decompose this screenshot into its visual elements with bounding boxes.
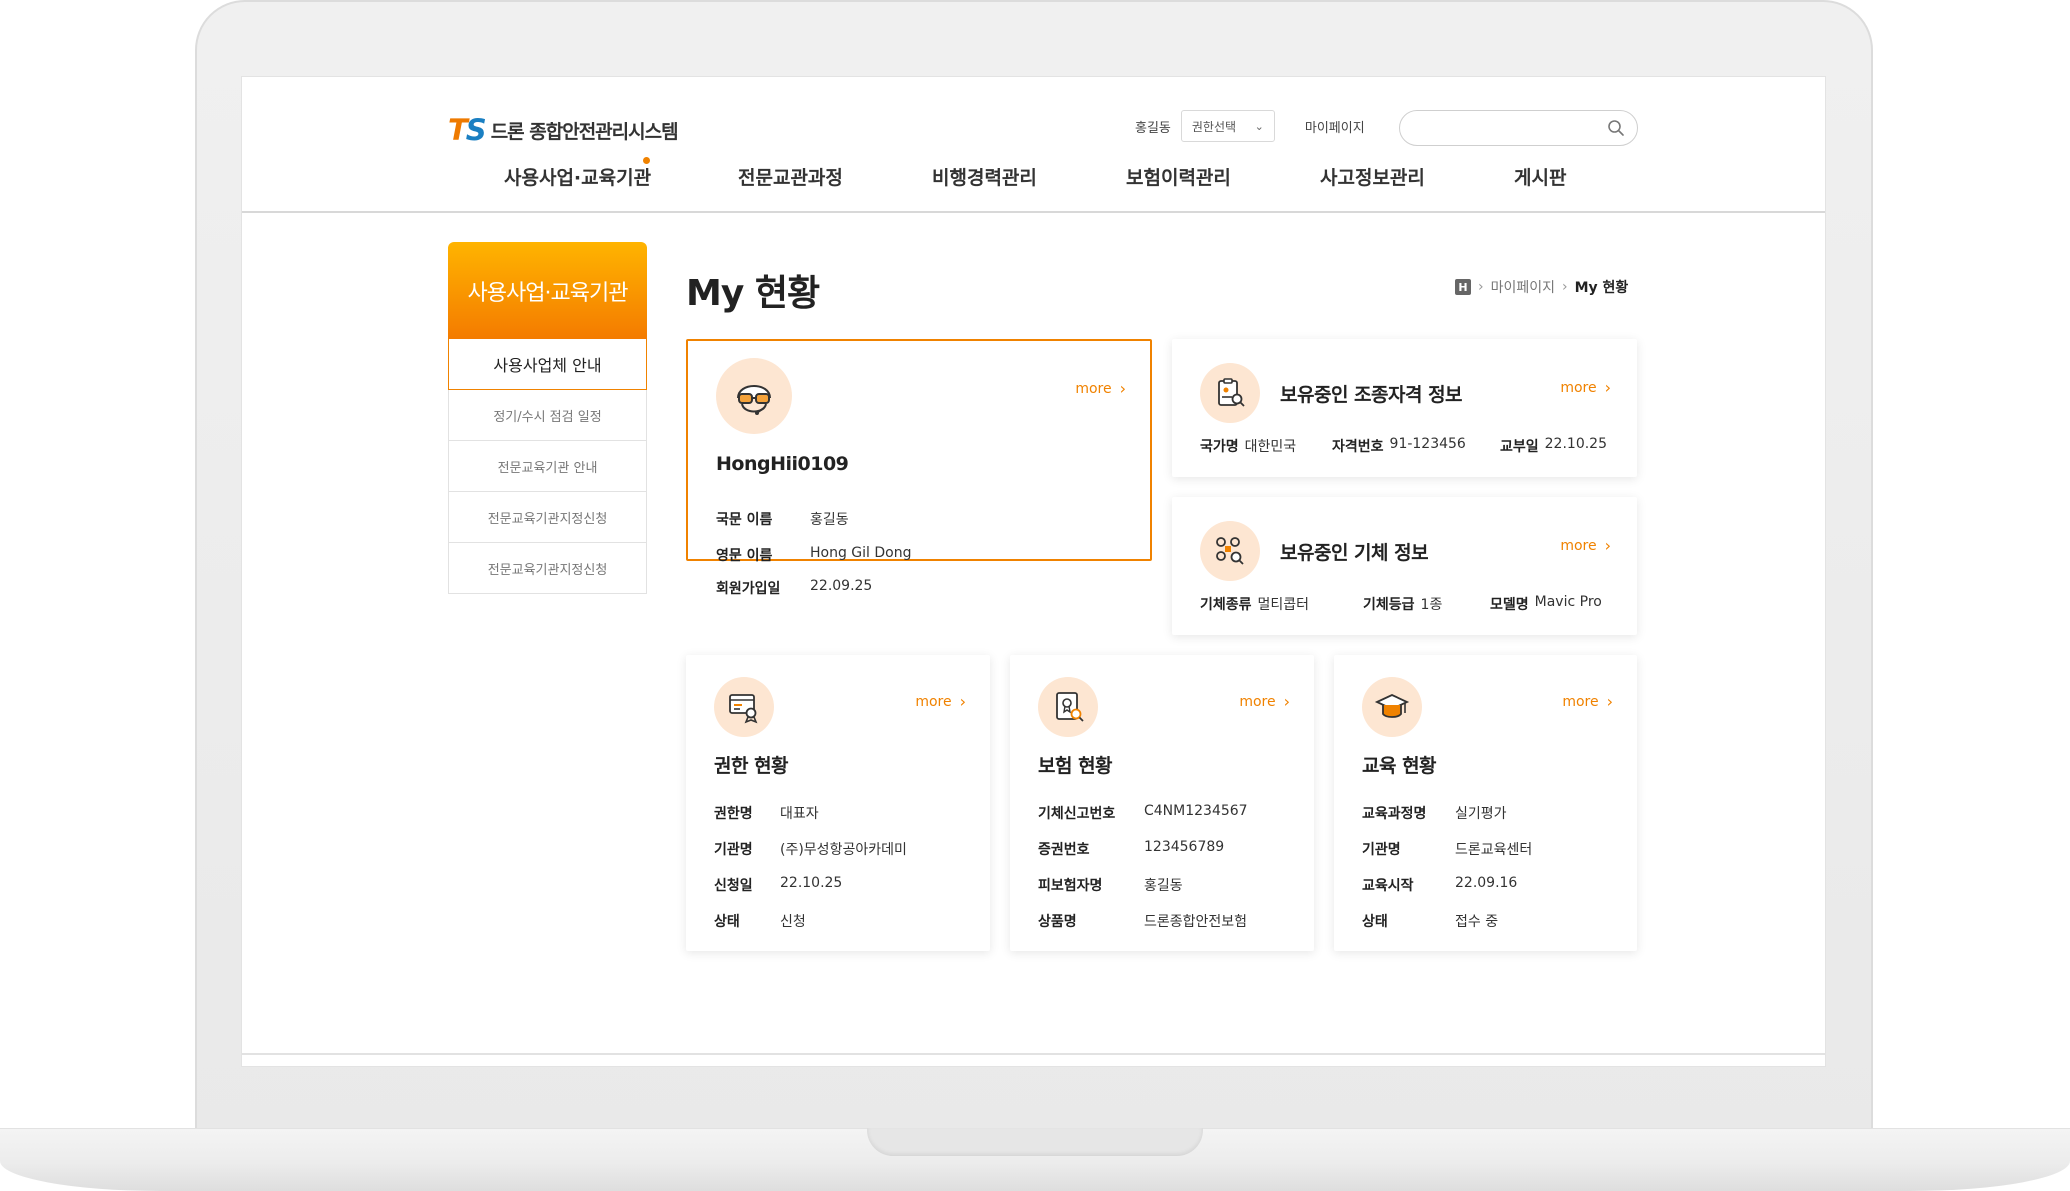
info-row: 교육시작 22.09.16 — [1362, 875, 1518, 894]
nav-item-insurance[interactable]: 보험이력관리 — [1126, 163, 1320, 190]
side-menu-item[interactable]: 전문교육기관 안내 — [448, 441, 647, 492]
chevron-right-icon: › — [959, 692, 966, 711]
utility-bar: 홍길동 권한선택 ⌄ 마이페이지 — [1135, 109, 1365, 143]
chevron-right-icon: › — [1606, 692, 1613, 711]
drone-card: 보유중인 기체 정보 more › 기체종류 멀티콥터 기체등급 1종 모델명 Mavi… — [1172, 497, 1637, 635]
info-row: 신청일 22.10.25 — [714, 875, 843, 894]
chevron-right-icon: › — [1604, 536, 1611, 555]
info-row: 권한명 대표자 — [714, 806, 819, 822]
role-select-label: 권한선택 — [1191, 119, 1237, 134]
more-label: more — [1560, 379, 1597, 396]
nav-item-board[interactable]: 게시판 — [1514, 163, 1566, 190]
more-label: more — [1560, 537, 1597, 554]
drone-type: 기체종류 멀티콥터 — [1200, 597, 1310, 613]
graduation-cap-icon — [1362, 677, 1422, 737]
drone-search-icon — [1200, 521, 1260, 581]
search-icon[interactable] — [1607, 119, 1625, 137]
side-menu: 사용사업·교육기관 사용사업체 안내 정기/수시 점검 일정 전문교육기관 안내… — [448, 242, 647, 594]
nav-item-label: 사용사업·교육기관 — [504, 167, 652, 189]
more-link[interactable]: more › — [1560, 378, 1611, 397]
license-card: 보유중인 조종자격 정보 more › 국가명 대한민국 자격번호 91-123456… — [1172, 339, 1637, 477]
drone-card-title: 보유중인 기체 정보 — [1280, 542, 1429, 564]
side-menu-item[interactable]: 사용사업체 안내 — [448, 339, 647, 390]
breadcrumb: H › 마이페이지 › My 현황 — [1455, 277, 1628, 297]
drone-class: 기체등급 1종 — [1363, 597, 1443, 613]
chevron-right-icon: › — [1478, 279, 1484, 295]
chevron-right-icon: › — [1119, 379, 1126, 398]
nav-item-business[interactable]: 사용사업·교육기관 — [504, 157, 738, 190]
info-row: 기체신고번호 C4NM1234567 — [1038, 803, 1248, 822]
more-label: more — [1562, 693, 1599, 710]
page-title: My 현황 — [686, 273, 820, 314]
info-row: 영문 이름 Hong Gil Dong — [716, 545, 912, 564]
user-id: HongHii0109 — [716, 453, 849, 475]
insurance-document-icon — [1038, 677, 1098, 737]
profile-card: more › HongHii0109 국문 이름 홍길동 영문 이름 Hong Gil… — [686, 339, 1152, 564]
chevron-right-icon: › — [1562, 279, 1568, 295]
active-dot — [643, 157, 650, 164]
license-number: 자격번호 91-123456 — [1332, 436, 1466, 455]
side-menu-item[interactable]: 정기/수시 점검 일정 — [448, 390, 647, 441]
nav-item-accident[interactable]: 사고정보관리 — [1320, 163, 1514, 190]
chevron-down-icon: ⌄ — [1254, 119, 1264, 133]
nav-item-flight-history[interactable]: 비행경력관리 — [932, 163, 1126, 190]
info-row: 국문 이름 홍길동 — [716, 512, 849, 528]
info-row: 기관명 (주)무성항공아카데미 — [714, 842, 907, 858]
license-country: 국가명 대한민국 — [1200, 439, 1297, 455]
insurance-card-title: 보험 현황 — [1038, 755, 1113, 777]
laptop-notch — [867, 1128, 1203, 1156]
chevron-right-icon: › — [1604, 378, 1611, 397]
info-row: 상태 신청 — [714, 914, 806, 930]
info-row: 상품명 드론종합안전보험 — [1038, 914, 1248, 930]
drone-model: 모델명 Mavic Pro — [1490, 594, 1602, 613]
search-input[interactable] — [1414, 111, 1604, 143]
license-search-icon — [1200, 363, 1260, 423]
authority-card-title: 권한 현황 — [714, 755, 789, 777]
breadcrumb-mypage[interactable]: 마이페이지 — [1491, 277, 1555, 297]
side-menu-item[interactable]: 전문교육기관지정신청 — [448, 492, 647, 543]
pilot-helmet-icon — [716, 358, 792, 434]
footer-divider — [242, 1053, 1825, 1055]
side-menu-title: 사용사업·교육기관 — [448, 242, 647, 339]
info-row: 증권번호 123456789 — [1038, 839, 1225, 858]
more-link[interactable]: more › — [1075, 379, 1126, 398]
info-row: 상태 접수 중 — [1362, 914, 1499, 930]
more-label: more — [1239, 693, 1276, 710]
logo-text: 드론 종합안전관리시스템 — [490, 120, 679, 143]
info-row: 교육과정명 실기평가 — [1362, 806, 1507, 822]
education-card-title: 교육 현황 — [1362, 755, 1437, 777]
mypage-link[interactable]: 마이페이지 — [1305, 117, 1365, 136]
license-issue-date: 교부일 22.10.25 — [1500, 436, 1607, 455]
side-menu-item[interactable]: 전문교육기관지정신청 — [448, 543, 647, 594]
more-label: more — [1075, 380, 1112, 397]
laptop-screen: TS 드론 종합안전관리시스템 홍길동 권한선택 ⌄ 마이페이지 사용사업·교육… — [241, 76, 1826, 1067]
search-box — [1399, 110, 1638, 146]
info-row: 피보험자명 홍길동 — [1038, 878, 1183, 894]
site-logo[interactable]: TS 드론 종합안전관리시스템 — [448, 113, 679, 147]
user-name: 홍길동 — [1135, 120, 1171, 136]
authority-card: more › 권한 현황 권한명 대표자 기관명 (주)무성항공아카데미 신청일 22.… — [686, 655, 990, 951]
logo-mark: TS — [448, 113, 487, 147]
insurance-card: more › 보험 현황 기체신고번호 C4NM1234567 증권번호 123456… — [1010, 655, 1314, 951]
certificate-icon — [714, 677, 774, 737]
more-link[interactable]: more › — [1239, 692, 1290, 711]
info-row: 기관명 드론교육센터 — [1362, 842, 1533, 858]
info-row: 회원가입일 22.09.25 — [716, 578, 873, 597]
more-label: more — [915, 693, 952, 710]
nav-item-instructor[interactable]: 전문교관과정 — [738, 163, 932, 190]
main-nav: 사용사업·교육기관 전문교관과정 비행경력관리 보험이력관리 사고정보관리 게시… — [504, 157, 1566, 190]
home-icon[interactable]: H — [1455, 279, 1471, 295]
education-card: more › 교육 현황 교육과정명 실기평가 기관명 드론교육센터 교육시작 22.0… — [1334, 655, 1637, 951]
more-link[interactable]: more › — [1560, 536, 1611, 555]
breadcrumb-current: My 현황 — [1574, 280, 1629, 296]
license-card-title: 보유중인 조종자격 정보 — [1280, 384, 1463, 406]
more-link[interactable]: more › — [915, 692, 966, 711]
more-link[interactable]: more › — [1562, 692, 1613, 711]
role-select[interactable]: 권한선택 ⌄ — [1180, 110, 1275, 142]
chevron-right-icon: › — [1283, 692, 1290, 711]
site-header: TS 드론 종합안전관리시스템 홍길동 권한선택 ⌄ 마이페이지 사용사업·교육… — [242, 77, 1825, 213]
